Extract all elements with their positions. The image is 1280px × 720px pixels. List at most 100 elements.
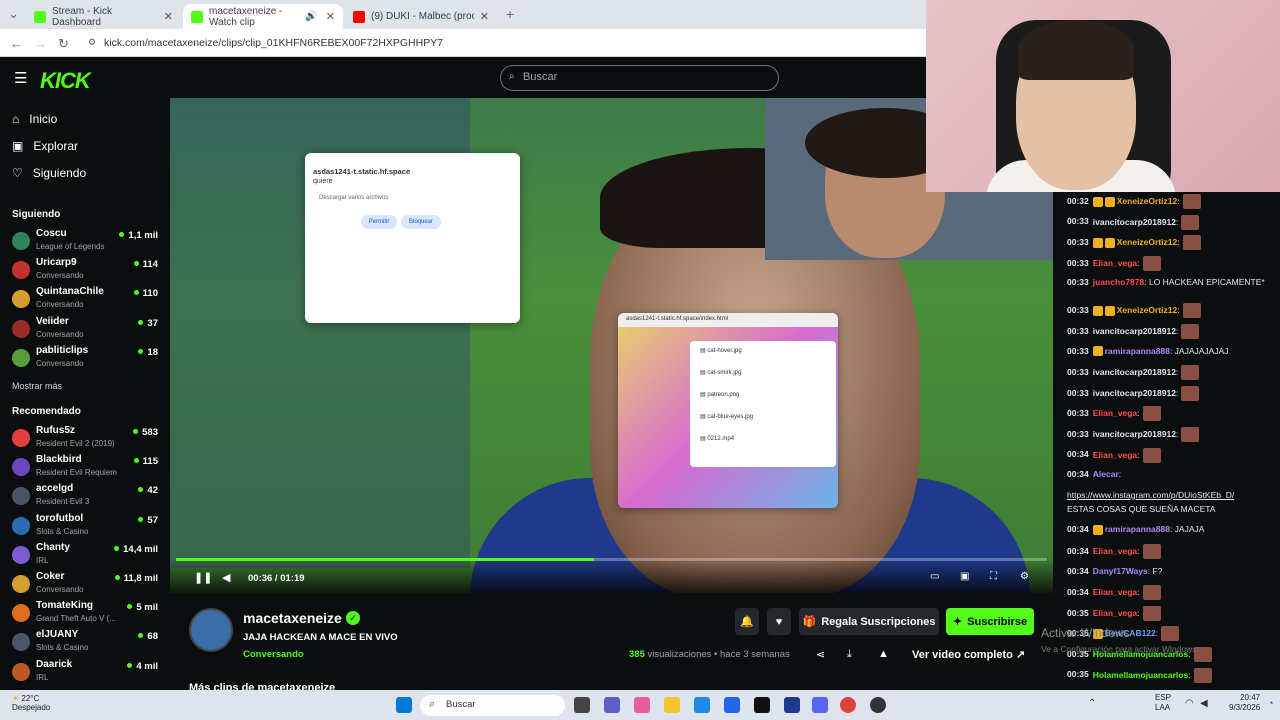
channel-item[interactable]: TomateKing Grand Theft Auto V (... 5 mil [12,600,162,628]
search-input[interactable]: ⌕ Buscar [500,65,779,91]
channel-item[interactable]: Uricarp9 Conversando 114 [12,257,162,285]
menu-icon[interactable]: ☰ [14,69,27,87]
app-icon[interactable] [870,697,886,713]
follow-button[interactable]: ♥ [767,608,791,635]
chat-username[interactable]: juancho7878 [1093,277,1145,287]
chat-username[interactable]: Alecar [1093,469,1119,479]
nav-explorar[interactable]: ▣ Explorar [12,139,78,153]
gift-subs-button[interactable]: 🎁 Regala Suscripciones [799,608,939,635]
channel-item[interactable]: Chanty IRL 14,4 mil [12,542,162,570]
chat-username[interactable]: XeneizeOrtiz12 [1117,196,1177,206]
chat-username[interactable]: Holamellamojuancarlos [1093,669,1188,679]
new-tab-icon[interactable]: + [506,6,514,22]
download-icon[interactable]: ⤓ [847,648,852,661]
tray-chevron-icon[interactable]: ⌃ [1088,698,1096,709]
system-clock[interactable]: 20:47 9/3/2026 [1229,693,1260,713]
subscribe-button[interactable]: ✦ Suscribirse [946,608,1034,635]
tab-kick-dashboard[interactable]: Stream - Kick Dashboard ✕ [26,4,181,29]
chat-username[interactable]: Danyf17Ways [1093,566,1148,576]
chat-username[interactable]: ivancitocarp2018912 [1093,429,1176,439]
fullscreen-icon[interactable]: ⛶ [990,571,997,582]
chat-username[interactable]: Elian_vega [1093,608,1137,618]
wifi-icon[interactable]: ◠ [1185,698,1194,709]
channel-item[interactable]: pabliticlips Conversando 18 [12,345,162,373]
close-tab-icon[interactable]: ✕ [164,10,173,23]
watch-full-video-link[interactable]: Ver video completo ↗ [912,648,1025,661]
channel-item[interactable]: torofutbol Slots & Casino 57 [12,513,162,541]
close-tab-icon[interactable]: ✕ [326,10,335,23]
channel-item[interactable]: Rufus5z Resident Evil 2 (2019) 583 [12,425,162,453]
channel-item[interactable]: accelgd Resident Evil 3 42 [12,483,162,511]
block-button[interactable]: Bloquear [401,215,441,229]
show-more-link[interactable]: Mostrar más [12,381,62,391]
chat-username[interactable]: Elian_vega [1093,546,1137,556]
language-indicator[interactable]: ESP LAA [1155,693,1171,713]
store-icon[interactable] [724,697,740,713]
channel-avatar[interactable] [189,608,233,652]
theater-mode-icon[interactable]: ▭ [930,571,939,582]
channel-item[interactable]: Daarick IRL 4 mil [12,659,162,687]
start-icon[interactable] [396,697,412,713]
download-file-item[interactable]: ▤ cat-smirk.jpg [700,369,826,376]
video-player[interactable]: asdas1241-t.static.hf.space quiere Desca… [170,98,1053,593]
teams-icon[interactable] [604,697,620,713]
progress-bar[interactable] [176,558,1047,561]
tiktok-icon[interactable] [754,697,770,713]
chat-username[interactable]: ivancitocarp2018912 [1093,388,1176,398]
chat-username[interactable]: Elian_vega [1093,258,1137,268]
channel-item[interactable]: QuintanaChile Conversando 110 [12,286,162,314]
settings-icon[interactable]: ⚙ [1020,571,1029,582]
volume-icon[interactable]: ◀ [222,571,230,584]
chat-username[interactable]: Elian_vega [1093,408,1137,418]
chat-username[interactable]: ivancitocarp2018912 [1093,367,1176,377]
pause-icon[interactable]: ❚❚ [194,571,212,584]
notification-icon[interactable]: ◔ [1268,698,1273,708]
edge-icon[interactable] [694,697,710,713]
chat-username[interactable]: ramirapanna888 [1105,346,1170,356]
url-field[interactable]: ⚙ kick.com/macetaxeneize/clips/clip_01KH… [86,34,916,54]
site-info-icon[interactable]: ⚙ [88,37,96,48]
discord-icon[interactable] [812,697,828,713]
channel-name[interactable]: macetaxeneize [243,610,342,626]
speaker-icon[interactable]: 🔊 [305,11,317,22]
tab-watch-clip[interactable]: macetaxeneize - Watch clip 🔊 ✕ [183,4,343,29]
close-tab-icon[interactable]: ✕ [480,10,489,23]
back-icon[interactable]: ← [10,36,23,51]
channel-item[interactable]: elJUANY Slots & Casino 68 [12,629,162,657]
forward-icon[interactable]: → [34,36,47,51]
volume-icon[interactable]: ◀ [1200,698,1208,709]
chat-username[interactable]: XeneizeOrtiz12 [1117,237,1177,247]
notifications-button[interactable]: 🔔 [735,608,759,635]
chat-username[interactable]: XeneizeOrtiz12 [1117,305,1177,315]
nav-siguiendo[interactable]: ♡ Siguiendo [12,166,86,180]
kick-logo[interactable]: KICK [40,68,91,94]
allow-button[interactable]: Permitir [361,215,397,229]
download-file-item[interactable]: ▤ patreon.png [700,391,826,398]
chat-link[interactable]: https://www.instagram.com/p/DUioStKEb_D/ [1067,490,1234,500]
tab-list-icon[interactable]: ⌄ [8,6,19,22]
download-file-item[interactable]: ▤ cat-blue-eyes.jpg [700,413,826,420]
copilot-icon[interactable] [634,697,650,713]
chat-username[interactable]: Elian_vega [1093,449,1137,459]
download-file-item[interactable]: ▤ 0212.mp4 [700,435,826,442]
chat-username[interactable]: ivancitocarp2018912 [1093,326,1176,336]
clip-category[interactable]: Conversando [243,649,304,660]
chat-username[interactable]: ivancitocarp2018912 [1093,216,1176,226]
download-file-item[interactable]: ▤ cat-hover.jpg [700,347,826,354]
report-icon[interactable]: ▲ [878,648,889,660]
channel-item[interactable]: Veiider Conversando 37 [12,316,162,344]
photoshop-icon[interactable] [784,697,800,713]
chrome-icon[interactable] [840,697,856,713]
file-explorer-icon[interactable] [664,697,680,713]
nav-inicio[interactable]: ⌂ Inicio [12,112,57,126]
channel-item[interactable]: Coker Conversando 11,8 mil [12,571,162,599]
chat-username[interactable]: ramirapanna888 [1105,524,1170,534]
tab-youtube-duki[interactable]: (9) DUKI - Malbec (prod. Bizarr ✕ [345,4,497,29]
share-icon[interactable]: ⋖ [816,648,825,661]
task-view-icon[interactable] [574,697,590,713]
chat-username[interactable]: Elian_vega [1093,587,1137,597]
pip-icon[interactable]: ▣ [960,571,969,582]
weather-widget[interactable]: ☀ 22°C Despejado [12,694,50,712]
taskbar-search[interactable]: ⌕ Buscar [420,695,565,716]
channel-item[interactable]: Coscu League of Legends 1,1 mil [12,228,162,256]
